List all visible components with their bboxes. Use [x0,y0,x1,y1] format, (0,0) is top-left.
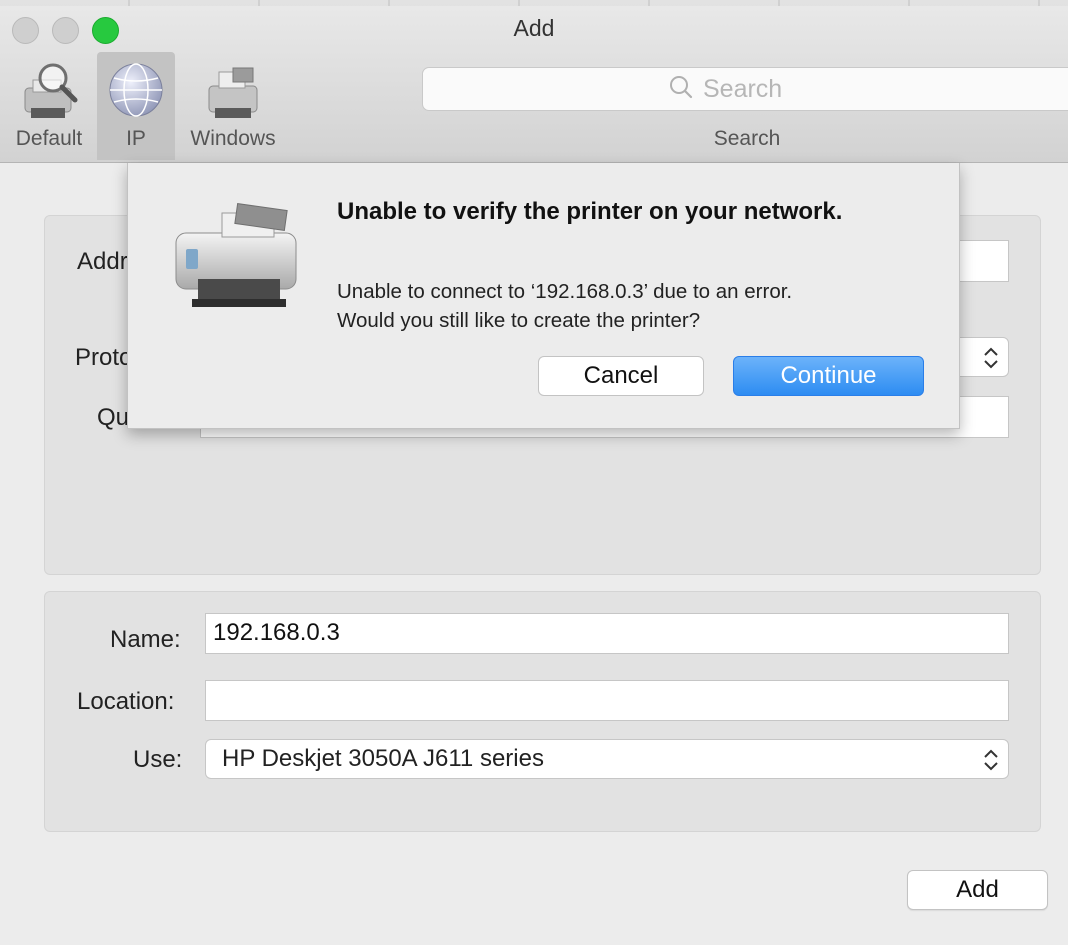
alert-title: Unable to verify the printer on your net… [337,198,843,225]
use-driver-value: HP Deskjet 3050A J611 series [222,745,544,772]
continue-button[interactable]: Continue [733,356,924,396]
use-label: Use: [133,746,183,773]
globe-icon [106,60,166,125]
use-driver-popup[interactable]: HP Deskjet 3050A J611 series [205,739,1009,779]
protocol-label: Proto [75,344,133,371]
alert-message-line: Unable to connect to ‘192.168.0.3’ due t… [337,280,793,303]
name-field[interactable]: 192.168.0.3 [205,613,1009,654]
window-title: Add [513,15,555,41]
toolbar-item-label: Windows [190,127,276,150]
search-placeholder: Search [703,74,783,103]
location-field[interactable] [205,680,1009,721]
window-toolbar: Add Default IP Windows Search Search [0,0,1068,163]
address-label: Addr [77,248,128,275]
name-label: Name: [110,626,181,653]
location-label: Location: [77,688,175,715]
alert-message: Unable to connect to ‘192.168.0.3’ due t… [337,277,937,335]
updown-chevron-icon [982,345,1000,371]
toolbar-item-default[interactable]: Default [0,52,98,160]
updown-chevron-icon [982,747,1000,773]
alert-sheet: Unable to verify the printer on your net… [127,163,960,429]
search-field[interactable]: Search [422,67,1068,111]
printer-search-icon [17,60,81,129]
printer-icon [172,203,300,316]
toolbar-item-ip[interactable]: IP [97,52,175,160]
search-icon [669,75,693,104]
toolbar-item-label: Default [15,127,83,150]
queue-label: Qu [97,404,130,431]
title-strip [0,0,1068,6]
toolbar-item-label: IP [126,127,146,150]
search-caption: Search [713,127,781,150]
printer-icon [201,60,265,129]
add-button[interactable]: Add [907,870,1048,910]
cancel-button[interactable]: Cancel [538,356,704,396]
alert-message-line: Would you still like to create the print… [337,309,701,332]
toolbar-item-windows[interactable]: Windows [178,52,288,160]
